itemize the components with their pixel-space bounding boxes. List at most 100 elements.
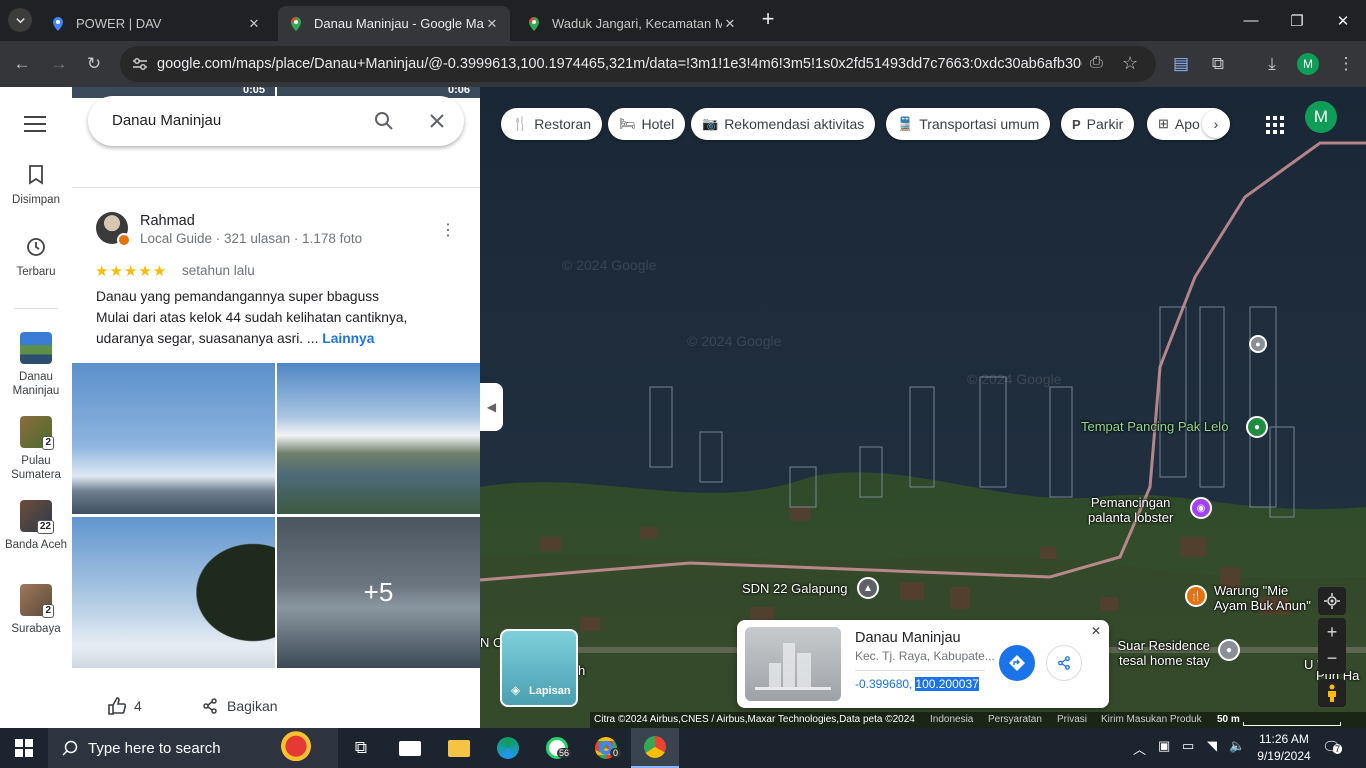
hamburger-menu-icon[interactable] [24, 116, 46, 132]
review-options-icon[interactable]: ⋮ [440, 220, 456, 240]
thumbs-up-icon[interactable] [108, 697, 126, 715]
bookmark-star-icon[interactable]: ☆ [1122, 53, 1138, 74]
chips-scroll-right-button[interactable]: › [1202, 110, 1230, 138]
dropped-pin-card[interactable]: Danau Maninjau Kec. Tj. Raya, Kabupate..… [737, 620, 1109, 708]
account-avatar[interactable]: M [1305, 101, 1337, 133]
rail-place-surabaya[interactable]: 2 Surabaya [0, 584, 72, 636]
show-hidden-icons[interactable]: ︿ [1133, 739, 1146, 758]
meet-now-icon[interactable]: ▣ [1158, 738, 1170, 754]
wifi-icon[interactable]: ◥ [1207, 738, 1217, 754]
site-info-icon[interactable] [132, 57, 148, 71]
place-label-pancing[interactable]: Tempat Pancing Pak Lelo [1081, 419, 1228, 434]
new-tab-button[interactable]: + [756, 8, 780, 32]
close-card-icon[interactable]: ✕ [1091, 624, 1101, 638]
download-icon[interactable]: ⤓ [1257, 49, 1287, 79]
school-pin-icon[interactable]: ▲ [857, 577, 879, 599]
address-bar[interactable]: google.com/maps/place/Danau+Maninjau/@-0… [120, 46, 1156, 82]
place-label-sdn[interactable]: SDN 22 Galapung [742, 581, 848, 596]
search-box[interactable]: Danau Maninjau [88, 96, 464, 146]
place-label-suar[interactable]: Suar Residence tesal home stay [1110, 638, 1211, 668]
reviewer-avatar[interactable] [96, 212, 131, 247]
menu-kebab-icon[interactable]: ⋮ [1331, 49, 1361, 79]
pegman-button[interactable] [1318, 679, 1346, 707]
activity-pin-icon[interactable]: ◉ [1190, 497, 1212, 519]
whatsapp-icon[interactable]: 56 [533, 728, 581, 768]
rail-saved[interactable]: Disimpan [0, 165, 72, 207]
clock[interactable]: 11:26 AM 9/19/2024 [1254, 731, 1314, 765]
card-title[interactable]: Danau Maninjau [855, 630, 961, 646]
location-pin-icon[interactable]: ● [1249, 335, 1267, 353]
back-button[interactable]: ← [7, 49, 37, 79]
collapse-panel-button[interactable]: ◀ [480, 383, 503, 431]
rail-recent[interactable]: Terbaru [0, 237, 72, 279]
volume-icon[interactable]: 🔈 [1229, 738, 1245, 754]
battery-icon[interactable]: ▭ [1182, 738, 1194, 754]
search-input[interactable]: Danau Maninjau [112, 112, 221, 129]
directions-button[interactable] [999, 645, 1035, 681]
review-photo[interactable] [277, 363, 480, 514]
restaurant-pin-icon[interactable]: 🍴 [1185, 585, 1207, 607]
chrome-profile-icon[interactable]: 0 [582, 728, 630, 768]
zoom-out-button[interactable]: − [1318, 646, 1346, 674]
task-view-button[interactable]: ⧉ [337, 728, 385, 768]
close-tab-icon[interactable]: ✕ [246, 16, 262, 32]
edge-browser-icon[interactable] [484, 728, 532, 768]
rail-place-banda-aceh[interactable]: 22 Banda Aceh [0, 500, 72, 552]
place-label-warung[interactable]: Warung "Mie Ayam Buk Anun" [1214, 583, 1311, 613]
place-photo-placeholder[interactable] [745, 627, 841, 701]
notifications-button[interactable]: 🗨 7 [1322, 738, 1343, 756]
close-tab-icon[interactable]: ✕ [484, 16, 500, 32]
minimize-button[interactable]: — [1228, 0, 1274, 41]
rail-place-danau-maninjau[interactable]: Danau Maninjau [0, 332, 72, 398]
my-location-button[interactable] [1318, 587, 1346, 615]
card-coordinates[interactable]: -0.399680, 100.200037 [855, 677, 979, 691]
file-explorer-icon[interactable] [435, 728, 483, 768]
close-window-button[interactable]: ✕ [1320, 0, 1366, 41]
layers-button[interactable]: ◈ Lapisan [500, 629, 578, 707]
reviewer-name[interactable]: Rahmad [140, 213, 195, 229]
review-photo-more[interactable]: +5 [277, 517, 480, 668]
clear-search-icon[interactable] [429, 113, 445, 129]
document-icon[interactable]: ▤ [1166, 49, 1196, 79]
chip-hotel[interactable]: 🛏 Hotel [608, 108, 686, 140]
chrome-active-icon[interactable] [631, 728, 679, 768]
satellite-map[interactable]: © 2024 Google © 2024 Google © 2024 Googl… [480, 87, 1366, 728]
restore-button[interactable]: ❐ [1274, 0, 1320, 41]
taskbar-search-box[interactable]: Type here to search [48, 728, 338, 768]
share-icon[interactable] [202, 698, 218, 714]
place-detail-panel[interactable]: 0:05 0:06 Danau Maninjau Rahmad Local Gu… [72, 87, 480, 728]
start-button[interactable] [0, 728, 48, 768]
more-link[interactable]: Lainnya [322, 331, 374, 346]
share-location-button[interactable] [1046, 645, 1082, 681]
share-label[interactable]: Bagikan [227, 698, 278, 714]
extensions-icon[interactable]: ⧉ [1203, 49, 1233, 79]
privacy-link[interactable]: Privasi [1057, 712, 1087, 728]
mail-app-icon[interactable] [386, 728, 434, 768]
reload-button[interactable]: ↻ [79, 49, 109, 79]
close-tab-icon[interactable]: ✕ [722, 16, 738, 32]
chip-rekomendasi-aktivitas[interactable]: 📷 Rekomendasi aktivitas [691, 108, 876, 140]
search-icon[interactable] [374, 111, 394, 131]
feedback-link[interactable]: Kirim Masukan Produk [1101, 712, 1202, 728]
review-photo[interactable] [72, 363, 275, 514]
zoom-in-button[interactable]: + [1318, 618, 1346, 646]
tab-power-dav[interactable]: POWER | DAV ✕ [40, 6, 272, 41]
apps-grid-icon[interactable] [1266, 116, 1284, 134]
chip-transportasi-umum[interactable]: 🚆 Transportasi umum [886, 108, 1051, 140]
review-photo[interactable] [72, 517, 275, 668]
place-label-lobster[interactable]: Pemancingan palanta lobster [1088, 495, 1173, 525]
scale-label[interactable]: 50 m [1217, 712, 1240, 728]
chip-restoran[interactable]: 🍴 Restoran [501, 108, 602, 140]
profile-avatar[interactable]: M [1293, 49, 1323, 79]
install-app-icon[interactable]: ⎙ [1090, 54, 1103, 72]
rail-place-pulau-sumatera[interactable]: 2 Pulau Sumatera [0, 416, 72, 482]
tab-waduk-jangari[interactable]: Waduk Jangari, Kecamatan Mandi ✕ [516, 6, 748, 41]
chip-parkir[interactable]: P Parkir [1061, 108, 1135, 140]
terms-link[interactable]: Persyaratan [988, 712, 1042, 728]
tab-danau-maninjau[interactable]: Danau Maninjau - Google Maps ✕ [278, 6, 510, 41]
lodging-pin-icon[interactable]: ● [1218, 639, 1240, 661]
tab-search-button[interactable] [8, 8, 32, 32]
country-link[interactable]: Indonesia [930, 712, 973, 728]
fishing-place-pin-icon[interactable]: ● [1246, 416, 1268, 438]
forward-button[interactable]: → [44, 49, 74, 79]
